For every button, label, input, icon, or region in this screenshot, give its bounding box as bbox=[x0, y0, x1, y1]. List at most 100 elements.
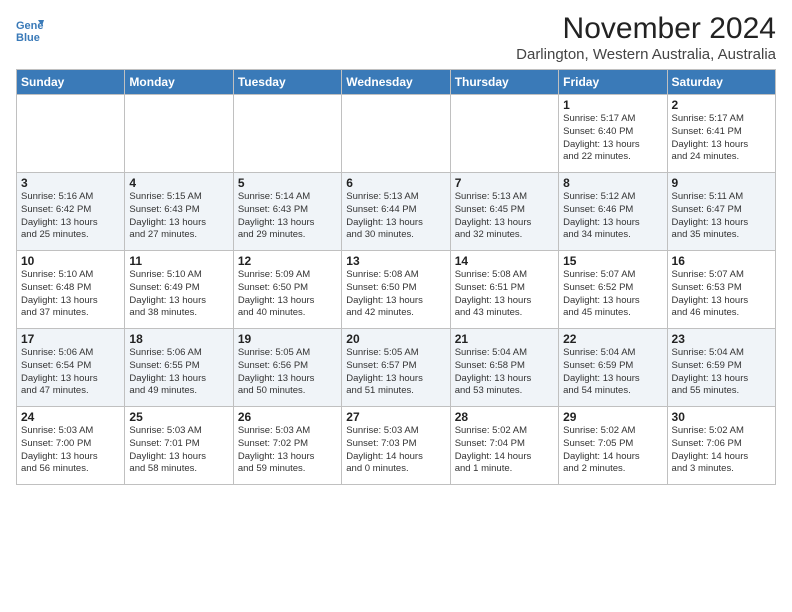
table-cell: 16Sunrise: 5:07 AM Sunset: 6:53 PM Dayli… bbox=[667, 251, 775, 329]
header-saturday: Saturday bbox=[667, 70, 775, 95]
week-row-3: 17Sunrise: 5:06 AM Sunset: 6:54 PM Dayli… bbox=[17, 329, 776, 407]
day-info: Sunrise: 5:13 AM Sunset: 6:44 PM Dayligh… bbox=[346, 191, 445, 242]
title-block: November 2024 Darlington, Western Austra… bbox=[516, 12, 776, 63]
header-friday: Friday bbox=[559, 70, 667, 95]
day-number: 7 bbox=[455, 176, 554, 190]
logo: General Blue bbox=[16, 16, 44, 44]
table-cell: 20Sunrise: 5:05 AM Sunset: 6:57 PM Dayli… bbox=[342, 329, 450, 407]
calendar-table: Sunday Monday Tuesday Wednesday Thursday… bbox=[16, 69, 776, 485]
table-cell bbox=[450, 95, 558, 173]
table-cell bbox=[125, 95, 233, 173]
table-cell: 26Sunrise: 5:03 AM Sunset: 7:02 PM Dayli… bbox=[233, 407, 341, 485]
header-monday: Monday bbox=[125, 70, 233, 95]
header-wednesday: Wednesday bbox=[342, 70, 450, 95]
page: General Blue November 2024 Darlington, W… bbox=[0, 0, 792, 493]
day-number: 20 bbox=[346, 332, 445, 346]
day-number: 10 bbox=[21, 254, 120, 268]
header-tuesday: Tuesday bbox=[233, 70, 341, 95]
day-info: Sunrise: 5:05 AM Sunset: 6:56 PM Dayligh… bbox=[238, 347, 337, 398]
day-info: Sunrise: 5:17 AM Sunset: 6:40 PM Dayligh… bbox=[563, 113, 662, 164]
day-number: 21 bbox=[455, 332, 554, 346]
week-row-0: 1Sunrise: 5:17 AM Sunset: 6:40 PM Daylig… bbox=[17, 95, 776, 173]
day-info: Sunrise: 5:16 AM Sunset: 6:42 PM Dayligh… bbox=[21, 191, 120, 242]
week-row-2: 10Sunrise: 5:10 AM Sunset: 6:48 PM Dayli… bbox=[17, 251, 776, 329]
table-cell: 21Sunrise: 5:04 AM Sunset: 6:58 PM Dayli… bbox=[450, 329, 558, 407]
day-number: 4 bbox=[129, 176, 228, 190]
table-cell: 2Sunrise: 5:17 AM Sunset: 6:41 PM Daylig… bbox=[667, 95, 775, 173]
day-info: Sunrise: 5:08 AM Sunset: 6:50 PM Dayligh… bbox=[346, 269, 445, 320]
day-info: Sunrise: 5:06 AM Sunset: 6:54 PM Dayligh… bbox=[21, 347, 120, 398]
day-info: Sunrise: 5:04 AM Sunset: 6:59 PM Dayligh… bbox=[672, 347, 771, 398]
day-info: Sunrise: 5:05 AM Sunset: 6:57 PM Dayligh… bbox=[346, 347, 445, 398]
table-cell: 25Sunrise: 5:03 AM Sunset: 7:01 PM Dayli… bbox=[125, 407, 233, 485]
day-info: Sunrise: 5:15 AM Sunset: 6:43 PM Dayligh… bbox=[129, 191, 228, 242]
table-cell: 29Sunrise: 5:02 AM Sunset: 7:05 PM Dayli… bbox=[559, 407, 667, 485]
table-cell: 24Sunrise: 5:03 AM Sunset: 7:00 PM Dayli… bbox=[17, 407, 125, 485]
table-cell: 10Sunrise: 5:10 AM Sunset: 6:48 PM Dayli… bbox=[17, 251, 125, 329]
day-info: Sunrise: 5:06 AM Sunset: 6:55 PM Dayligh… bbox=[129, 347, 228, 398]
svg-text:Blue: Blue bbox=[16, 32, 40, 44]
day-number: 17 bbox=[21, 332, 120, 346]
month-title: November 2024 bbox=[516, 12, 776, 46]
table-cell bbox=[342, 95, 450, 173]
table-cell: 9Sunrise: 5:11 AM Sunset: 6:47 PM Daylig… bbox=[667, 173, 775, 251]
table-cell: 8Sunrise: 5:12 AM Sunset: 6:46 PM Daylig… bbox=[559, 173, 667, 251]
day-number: 28 bbox=[455, 410, 554, 424]
day-number: 30 bbox=[672, 410, 771, 424]
table-cell: 23Sunrise: 5:04 AM Sunset: 6:59 PM Dayli… bbox=[667, 329, 775, 407]
table-cell: 19Sunrise: 5:05 AM Sunset: 6:56 PM Dayli… bbox=[233, 329, 341, 407]
day-number: 27 bbox=[346, 410, 445, 424]
day-number: 6 bbox=[346, 176, 445, 190]
table-cell: 22Sunrise: 5:04 AM Sunset: 6:59 PM Dayli… bbox=[559, 329, 667, 407]
logo-icon: General Blue bbox=[16, 16, 44, 44]
table-cell: 3Sunrise: 5:16 AM Sunset: 6:42 PM Daylig… bbox=[17, 173, 125, 251]
day-info: Sunrise: 5:03 AM Sunset: 7:01 PM Dayligh… bbox=[129, 425, 228, 476]
table-cell: 12Sunrise: 5:09 AM Sunset: 6:50 PM Dayli… bbox=[233, 251, 341, 329]
day-number: 9 bbox=[672, 176, 771, 190]
week-row-4: 24Sunrise: 5:03 AM Sunset: 7:00 PM Dayli… bbox=[17, 407, 776, 485]
day-info: Sunrise: 5:07 AM Sunset: 6:52 PM Dayligh… bbox=[563, 269, 662, 320]
day-number: 25 bbox=[129, 410, 228, 424]
table-cell: 18Sunrise: 5:06 AM Sunset: 6:55 PM Dayli… bbox=[125, 329, 233, 407]
table-cell: 17Sunrise: 5:06 AM Sunset: 6:54 PM Dayli… bbox=[17, 329, 125, 407]
table-cell: 5Sunrise: 5:14 AM Sunset: 6:43 PM Daylig… bbox=[233, 173, 341, 251]
table-cell bbox=[233, 95, 341, 173]
table-cell: 14Sunrise: 5:08 AM Sunset: 6:51 PM Dayli… bbox=[450, 251, 558, 329]
day-number: 3 bbox=[21, 176, 120, 190]
day-number: 18 bbox=[129, 332, 228, 346]
table-cell bbox=[17, 95, 125, 173]
day-info: Sunrise: 5:02 AM Sunset: 7:06 PM Dayligh… bbox=[672, 425, 771, 476]
day-info: Sunrise: 5:12 AM Sunset: 6:46 PM Dayligh… bbox=[563, 191, 662, 242]
day-number: 11 bbox=[129, 254, 228, 268]
day-number: 22 bbox=[563, 332, 662, 346]
day-number: 23 bbox=[672, 332, 771, 346]
day-info: Sunrise: 5:08 AM Sunset: 6:51 PM Dayligh… bbox=[455, 269, 554, 320]
day-number: 8 bbox=[563, 176, 662, 190]
header-thursday: Thursday bbox=[450, 70, 558, 95]
day-number: 26 bbox=[238, 410, 337, 424]
day-number: 15 bbox=[563, 254, 662, 268]
day-number: 13 bbox=[346, 254, 445, 268]
day-number: 5 bbox=[238, 176, 337, 190]
day-info: Sunrise: 5:04 AM Sunset: 6:59 PM Dayligh… bbox=[563, 347, 662, 398]
day-number: 29 bbox=[563, 410, 662, 424]
weekday-header-row: Sunday Monday Tuesday Wednesday Thursday… bbox=[17, 70, 776, 95]
table-cell: 28Sunrise: 5:02 AM Sunset: 7:04 PM Dayli… bbox=[450, 407, 558, 485]
table-cell: 7Sunrise: 5:13 AM Sunset: 6:45 PM Daylig… bbox=[450, 173, 558, 251]
day-info: Sunrise: 5:11 AM Sunset: 6:47 PM Dayligh… bbox=[672, 191, 771, 242]
table-cell: 1Sunrise: 5:17 AM Sunset: 6:40 PM Daylig… bbox=[559, 95, 667, 173]
day-info: Sunrise: 5:02 AM Sunset: 7:04 PM Dayligh… bbox=[455, 425, 554, 476]
day-number: 19 bbox=[238, 332, 337, 346]
table-cell: 13Sunrise: 5:08 AM Sunset: 6:50 PM Dayli… bbox=[342, 251, 450, 329]
day-number: 12 bbox=[238, 254, 337, 268]
day-info: Sunrise: 5:02 AM Sunset: 7:05 PM Dayligh… bbox=[563, 425, 662, 476]
table-cell: 4Sunrise: 5:15 AM Sunset: 6:43 PM Daylig… bbox=[125, 173, 233, 251]
day-number: 1 bbox=[563, 98, 662, 112]
table-cell: 30Sunrise: 5:02 AM Sunset: 7:06 PM Dayli… bbox=[667, 407, 775, 485]
day-info: Sunrise: 5:03 AM Sunset: 7:02 PM Dayligh… bbox=[238, 425, 337, 476]
table-cell: 15Sunrise: 5:07 AM Sunset: 6:52 PM Dayli… bbox=[559, 251, 667, 329]
day-info: Sunrise: 5:10 AM Sunset: 6:48 PM Dayligh… bbox=[21, 269, 120, 320]
day-info: Sunrise: 5:10 AM Sunset: 6:49 PM Dayligh… bbox=[129, 269, 228, 320]
day-info: Sunrise: 5:09 AM Sunset: 6:50 PM Dayligh… bbox=[238, 269, 337, 320]
day-info: Sunrise: 5:03 AM Sunset: 7:03 PM Dayligh… bbox=[346, 425, 445, 476]
